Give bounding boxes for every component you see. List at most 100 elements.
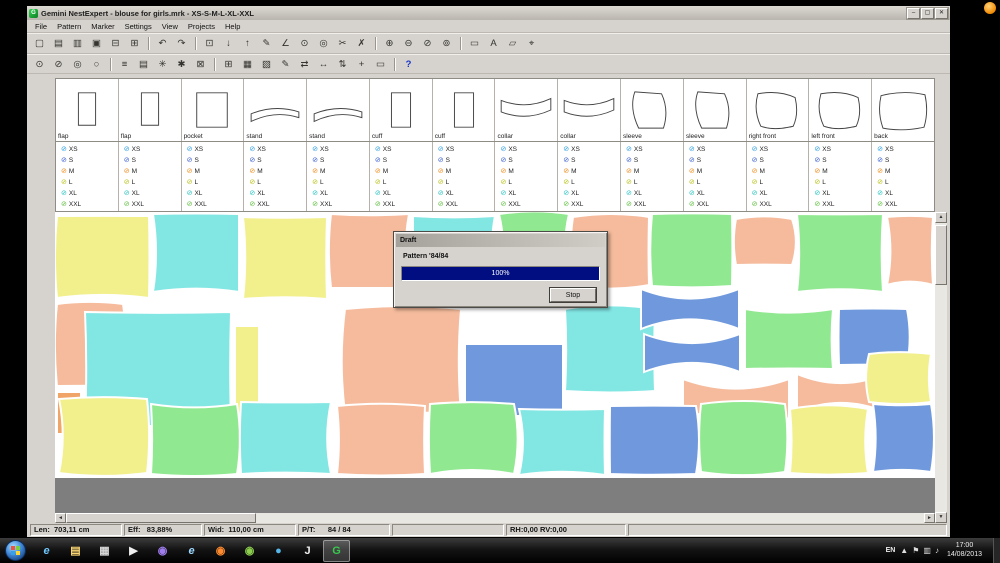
size-item-xs[interactable]: ⊘ XS: [814, 144, 871, 155]
music-player-icon[interactable]: ◉: [149, 540, 176, 562]
zoom-fit-icon[interactable]: ⊚: [438, 36, 455, 52]
size-item-m[interactable]: ⊘ M: [438, 166, 495, 177]
auto-nest-icon[interactable]: ✱: [173, 56, 190, 72]
size-item-l[interactable]: ⊘ L: [500, 177, 557, 188]
size-item-xxl[interactable]: ⊘ XXL: [877, 199, 934, 210]
size-item-xs[interactable]: ⊘ XS: [500, 144, 557, 155]
gemini-nestexpert-icon[interactable]: G: [323, 539, 350, 562]
nested-piece[interactable]: [149, 402, 241, 477]
shading-icon[interactable]: ▧: [258, 56, 275, 72]
size-item-l[interactable]: ⊘ L: [187, 177, 244, 188]
size-item-xs[interactable]: ⊘ XS: [877, 144, 934, 155]
nested-piece[interactable]: [788, 404, 870, 476]
size-item-m[interactable]: ⊘ M: [877, 166, 934, 177]
nested-piece[interactable]: [698, 400, 789, 477]
size-item-xxl[interactable]: ⊘ XXL: [438, 199, 495, 210]
edit-piece-icon[interactable]: ✎: [277, 56, 294, 72]
size-item-l[interactable]: ⊘ L: [312, 177, 369, 188]
pattern-flap[interactable]: flap: [119, 79, 182, 141]
maximize-button[interactable]: ▢: [921, 7, 934, 19]
horizontal-scrollbar[interactable]: ◄ ►: [55, 513, 935, 523]
import-icon[interactable]: ▥: [69, 36, 86, 52]
report-view-icon[interactable]: ▤: [135, 56, 152, 72]
size-item-s[interactable]: ⊘ S: [249, 155, 306, 166]
angle-tool-icon[interactable]: ∠: [277, 36, 294, 52]
nested-piece[interactable]: [427, 401, 519, 476]
size-item-s[interactable]: ⊘ S: [375, 155, 432, 166]
nested-piece[interactable]: [608, 404, 700, 476]
size-item-m[interactable]: ⊘ M: [124, 166, 181, 177]
size-item-s[interactable]: ⊘ S: [752, 155, 809, 166]
pattern-back[interactable]: back: [872, 79, 934, 141]
size-item-m[interactable]: ⊘ M: [752, 166, 809, 177]
skype-icon[interactable]: ●: [265, 540, 292, 562]
nested-piece[interactable]: [795, 212, 885, 294]
size-item-xs[interactable]: ⊘ XS: [689, 144, 746, 155]
chrome-icon[interactable]: ◉: [236, 540, 263, 562]
redo-icon[interactable]: ↷: [173, 36, 190, 52]
nested-piece[interactable]: [517, 407, 607, 477]
scroll-up-icon[interactable]: ▲: [935, 212, 947, 223]
size-item-l[interactable]: ⊘ L: [563, 177, 620, 188]
size-item-xs[interactable]: ⊘ XS: [752, 144, 809, 155]
flip-vertical-icon[interactable]: ⇅: [334, 56, 351, 72]
nested-piece[interactable]: [865, 351, 933, 405]
size-item-xxl[interactable]: ⊘ XXL: [500, 199, 557, 210]
text-tool-icon[interactable]: A: [485, 36, 502, 52]
size-item-xl[interactable]: ⊘ XL: [689, 188, 746, 199]
close-button[interactable]: ✕: [935, 7, 948, 19]
nested-piece[interactable]: [885, 214, 935, 287]
scroll-down-icon[interactable]: ▼: [935, 512, 947, 523]
pattern-flap[interactable]: flap: [56, 79, 119, 141]
size-item-l[interactable]: ⊘ L: [124, 177, 181, 188]
taskbar-clock[interactable]: 17:00 14/08/2013: [947, 542, 982, 560]
zoom-previous-icon[interactable]: ⊘: [50, 56, 67, 72]
size-item-s[interactable]: ⊘ S: [626, 155, 683, 166]
pattern-cuff[interactable]: cuff: [370, 79, 433, 141]
size-item-xl[interactable]: ⊘ XL: [626, 188, 683, 199]
media-library-icon[interactable]: ▦: [91, 540, 118, 562]
menu-projects[interactable]: Projects: [183, 22, 220, 31]
firefox-icon[interactable]: ◉: [207, 540, 234, 562]
nested-piece[interactable]: [57, 396, 151, 477]
pattern-sleeve[interactable]: sleeve: [621, 79, 684, 141]
nested-piece[interactable]: [871, 402, 935, 474]
undo-icon[interactable]: ↶: [154, 36, 171, 52]
size-item-xxl[interactable]: ⊘ XXL: [124, 199, 181, 210]
menu-pattern[interactable]: Pattern: [52, 22, 86, 31]
size-item-l[interactable]: ⊘ L: [438, 177, 495, 188]
size-item-m[interactable]: ⊘ M: [500, 166, 557, 177]
size-item-s[interactable]: ⊘ S: [500, 155, 557, 166]
dialog-title-bar[interactable]: Draft: [396, 234, 605, 247]
pattern-right-front[interactable]: right front: [747, 79, 810, 141]
start-button[interactable]: [5, 540, 26, 561]
hscroll-thumb[interactable]: [66, 513, 256, 523]
new-marker-icon[interactable]: ▢: [31, 36, 48, 52]
nested-piece[interactable]: [732, 215, 797, 267]
nested-piece[interactable]: [743, 307, 835, 371]
size-item-l[interactable]: ⊘ L: [249, 177, 306, 188]
video-player-icon[interactable]: ▶: [120, 540, 147, 562]
size-item-l[interactable]: ⊘ L: [689, 177, 746, 188]
browser-2-icon[interactable]: e: [178, 540, 205, 562]
size-item-m[interactable]: ⊘ M: [563, 166, 620, 177]
size-item-xxl[interactable]: ⊘ XXL: [752, 199, 809, 210]
size-item-xl[interactable]: ⊘ XL: [814, 188, 871, 199]
size-item-xxl[interactable]: ⊘ XXL: [563, 199, 620, 210]
size-item-xl[interactable]: ⊘ XL: [312, 188, 369, 199]
nested-piece[interactable]: [241, 215, 329, 301]
size-item-xs[interactable]: ⊘ XS: [563, 144, 620, 155]
menu-marker[interactable]: Marker: [86, 22, 119, 31]
size-item-l[interactable]: ⊘ L: [626, 177, 683, 188]
size-item-xxl[interactable]: ⊘ XXL: [312, 199, 369, 210]
save-icon[interactable]: ▣: [88, 36, 105, 52]
grid-icon[interactable]: ⊞: [220, 56, 237, 72]
show-desktop-button[interactable]: [993, 538, 1000, 563]
size-item-xxl[interactable]: ⊘ XXL: [814, 199, 871, 210]
size-item-s[interactable]: ⊘ S: [187, 155, 244, 166]
pattern-sleeve[interactable]: sleeve: [684, 79, 747, 141]
menu-help[interactable]: Help: [220, 22, 245, 31]
size-item-s[interactable]: ⊘ S: [438, 155, 495, 166]
size-item-l[interactable]: ⊘ L: [61, 177, 118, 188]
size-item-m[interactable]: ⊘ M: [187, 166, 244, 177]
